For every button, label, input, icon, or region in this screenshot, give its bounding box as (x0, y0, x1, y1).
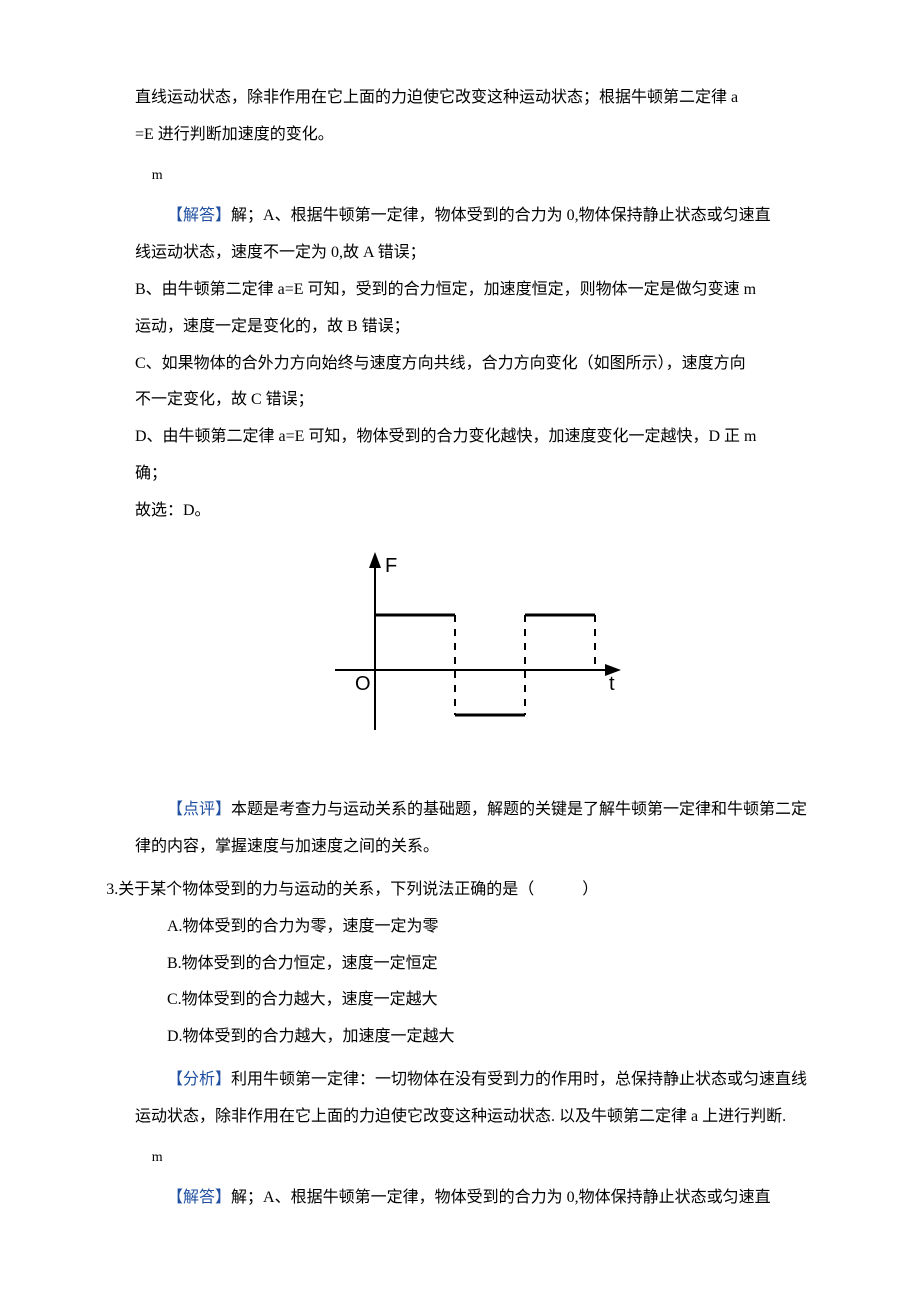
q2-analysis-cont-1: 直线运动状态，除非作用在它上面的力迫使它改变这种运动状态；根据牛顿第二定律 a (135, 80, 815, 117)
force-time-chart: F t O (325, 550, 625, 750)
q2-answer-b1: B、由牛顿第二定律 a=E 可知，受到的合力恒定，加速度恒定，则物体一定是做匀变… (135, 272, 815, 309)
q3-stem-text: 关于某个物体受到的力与运动的关系，下列说法正确的是（ ） (118, 881, 598, 898)
y-axis-label: F (385, 555, 397, 577)
q2-answer-final: 故选：D。 (135, 493, 815, 530)
review-tag: 【点评】 (167, 801, 231, 818)
q2-analysis-cont-2: =E 进行判断加速度的变化。 (135, 117, 815, 154)
document-page: 直线运动状态，除非作用在它上面的力迫使它改变这种运动状态；根据牛顿第二定律 a … (0, 0, 920, 1301)
q2-answer-d1: D、由牛顿第二定律 a=E 可知，物体受到的合力变化越快，加速度变化一定越快，D… (135, 419, 815, 456)
q2-review-1-text: 本题是考查力与运动关系的基础题，解题的关键是了解牛顿第一定律和牛顿第二定 (231, 801, 807, 818)
q3-analysis-2: 运动状态，除非作用在它上面的力迫使它改变这种运动状态. 以及牛顿第二定律 a 上… (135, 1099, 815, 1136)
origin-label: O (355, 673, 371, 695)
analysis-tag: 【分析】 (167, 1071, 231, 1088)
q3-option-a: A.物体受到的合力为零，速度一定为零 (135, 909, 815, 946)
q2-review-1: 【点评】本题是考查力与运动关系的基础题，解题的关键是了解牛顿第一定律和牛顿第二定 (135, 792, 815, 829)
answer-tag: 【解答】 (167, 207, 231, 224)
q3-analysis-1-text: 利用牛顿第一定律：一切物体在没有受到力的作用时，总保持静止状态或匀速直线 (231, 1071, 807, 1088)
q2-answer-c2: 不一定变化，故 C 错误； (135, 382, 815, 419)
q2-ans-a1-text: 解；A、根据牛顿第一定律，物体受到的合力为 0,物体保持静止状态或匀速直 (231, 207, 771, 224)
q2-answer-d2: 确； (135, 456, 815, 493)
q2-answer-a2: 线运动状态，速度不一定为 0,故 A 错误； (135, 235, 815, 272)
q3-option-d: D.物体受到的合力越大，加速度一定越大 (135, 1019, 815, 1056)
q3-analysis-1: 【分析】利用牛顿第一定律：一切物体在没有受到力的作用时，总保持静止状态或匀速直线 (135, 1062, 815, 1099)
q2-answer-c1: C、如果物体的合外力方向始终与速度方向共线，合力方向变化（如图所示），速度方向 (135, 346, 815, 383)
answer-tag: 【解答】 (167, 1189, 231, 1206)
q2-analysis-sub: m (152, 168, 815, 185)
q3-number: 3. (106, 881, 118, 898)
figure-step-force: F t O (135, 550, 815, 765)
q3-stem: 3.关于某个物体受到的力与运动的关系，下列说法正确的是（ ） (135, 872, 815, 909)
q2-answer-b2: 运动，速度一定是变化的，故 B 错误； (135, 309, 815, 346)
q3-answer-a1: 【解答】解；A、根据牛顿第一定律，物体受到的合力为 0,物体保持静止状态或匀速直 (135, 1180, 815, 1217)
q2-review-2: 律的内容，掌握速度与加速度之间的关系。 (135, 829, 815, 866)
q3-option-c: C.物体受到的合力越大，速度一定越大 (135, 982, 815, 1019)
q2-answer-a1: 【解答】解；A、根据牛顿第一定律，物体受到的合力为 0,物体保持静止状态或匀速直 (135, 198, 815, 235)
x-axis-label: t (609, 673, 615, 695)
q3-analysis-sub: m (152, 1150, 815, 1167)
q3-ans-a1-text: 解；A、根据牛顿第一定律，物体受到的合力为 0,物体保持静止状态或匀速直 (231, 1189, 771, 1206)
q3-option-b: B.物体受到的合力恒定，速度一定恒定 (135, 946, 815, 983)
